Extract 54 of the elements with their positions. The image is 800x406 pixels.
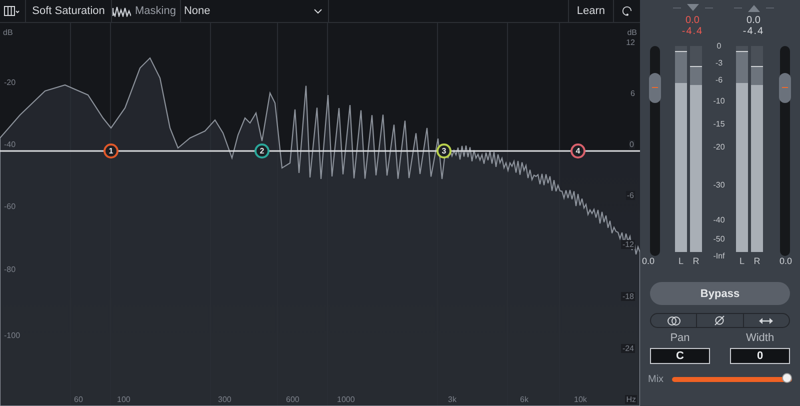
axis-label: 12: [626, 38, 635, 47]
mix-label: Mix: [648, 374, 664, 384]
width-label: Width: [744, 332, 776, 344]
channel-label: R: [692, 256, 700, 268]
bypass-button[interactable]: Bypass: [650, 282, 790, 305]
scale-label: -15: [712, 119, 726, 128]
scale-label: -30: [712, 180, 726, 190]
channel-label: L: [678, 256, 684, 268]
axis-label: -6: [626, 191, 635, 200]
axis-label: 0: [628, 140, 635, 149]
scale-label: -40: [712, 216, 726, 225]
axis-unit: dB: [627, 28, 637, 37]
scale-label: -Inf: [712, 252, 726, 260]
frequency-label: 100: [117, 395, 130, 404]
scale-label: -50: [712, 234, 726, 244]
pan-field[interactable]: C: [650, 348, 710, 364]
channel-label: L: [739, 256, 744, 268]
scale-label: 0: [716, 42, 722, 50]
frequency-label: 1000: [337, 395, 355, 404]
rms-readout: -4.4: [682, 26, 704, 37]
frequency-label: 6k: [520, 395, 528, 404]
peak-readout: 0.0: [746, 15, 760, 26]
gain-value: 0.0: [779, 256, 792, 266]
band-node[interactable]: 4: [570, 144, 586, 158]
masking-dropdown[interactable]: None: [180, 0, 329, 22]
rms-readout: -4.4: [742, 26, 764, 37]
masking-label: Masking: [135, 5, 176, 17]
frequency-label: 3k: [448, 395, 456, 404]
peak-readout: 0.0: [686, 15, 700, 26]
learn-button[interactable]: Learn: [568, 0, 614, 22]
axis-label: -24: [621, 344, 635, 353]
scale-label: -3: [714, 58, 724, 68]
axis-label: -100: [4, 331, 20, 340]
axis-unit: Hz: [625, 395, 637, 404]
pan-label: Pan: [669, 332, 691, 344]
channel-label: R: [754, 256, 760, 268]
axis-label: -12: [621, 240, 635, 249]
axis-label: 6: [630, 89, 635, 98]
axis-label: -80: [4, 265, 16, 274]
axis-label: -60: [4, 202, 16, 211]
axis-label: -20: [4, 78, 16, 87]
preset-button[interactable]: Soft Saturation: [26, 0, 112, 22]
frequency-label: 300: [218, 395, 232, 404]
axis-unit: dB: [3, 28, 13, 37]
width-field[interactable]: 0: [730, 348, 790, 364]
frequency-label: 60: [74, 395, 83, 404]
axis-label: -40: [4, 140, 16, 149]
frequency-label: 600: [286, 395, 300, 404]
frequency-label: 10k: [574, 395, 587, 404]
scale-label: -6: [714, 75, 724, 84]
gain-value: 0.0: [642, 256, 655, 266]
scale-label: -20: [712, 142, 726, 152]
scale-label: -10: [712, 96, 726, 106]
axis-label: -18: [621, 292, 635, 301]
